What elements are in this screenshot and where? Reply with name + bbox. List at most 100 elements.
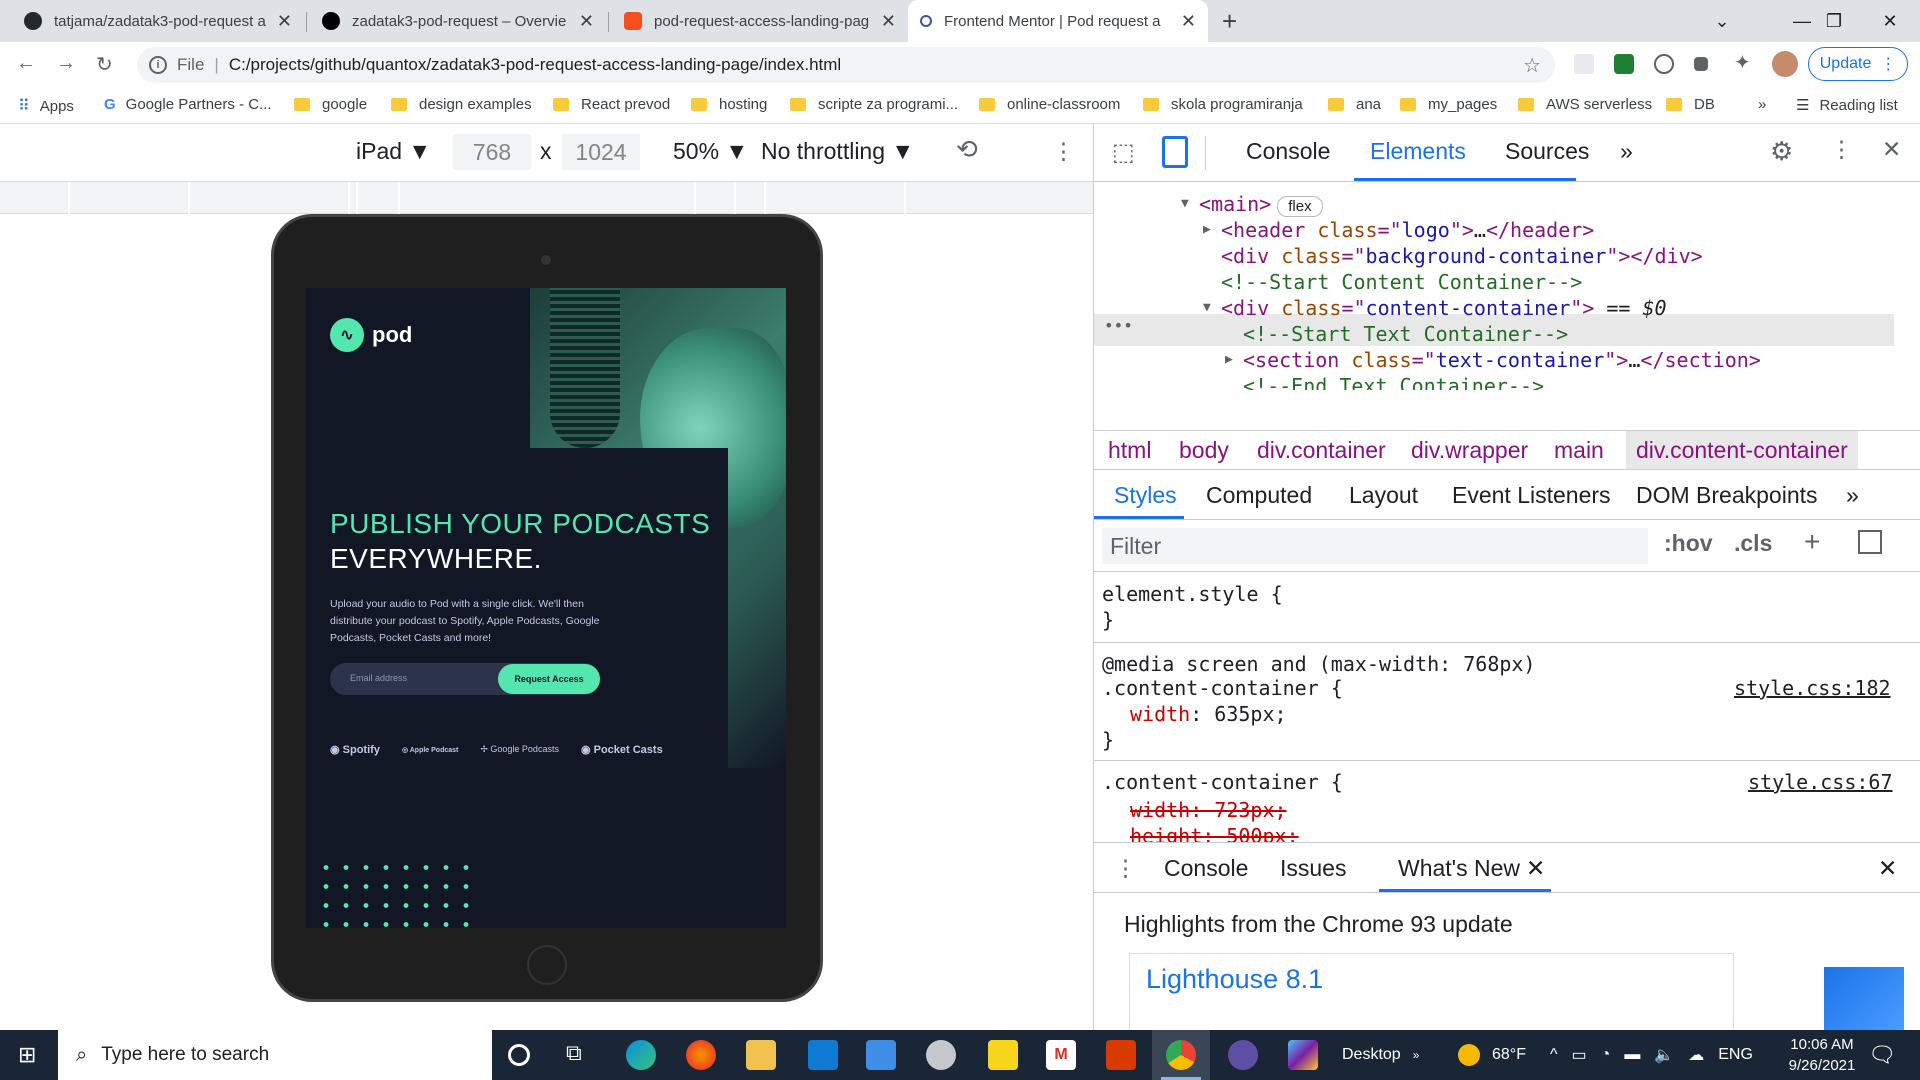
notifications-icon[interactable]: 🗨 xyxy=(1868,1042,1896,1068)
expand-arrow-icon[interactable]: ▶ xyxy=(1203,222,1211,237)
tab-elements[interactable]: Elements xyxy=(1370,138,1466,165)
browser-tab[interactable]: zadatak3-pod-request – Overvie ✕ xyxy=(310,0,606,42)
close-drawer-icon[interactable]: ✕ xyxy=(1878,855,1897,882)
bookmark-apps[interactable]: ⠿ Apps xyxy=(18,96,74,116)
collapse-arrow-icon[interactable]: ▼ xyxy=(1181,196,1189,211)
network-icon[interactable]: ◔ xyxy=(1601,1046,1611,1064)
css-declaration[interactable]: width: 635px; xyxy=(1130,702,1287,726)
bookmark-folder[interactable]: DB xyxy=(1666,96,1715,113)
drawer-tab-issues[interactable]: Issues xyxy=(1280,855,1346,882)
drawer-menu-icon[interactable]: ⋮ xyxy=(1114,855,1137,882)
firefox-icon[interactable] xyxy=(686,1040,716,1070)
dom-node-line[interactable]: <div class="background-container"></div> xyxy=(1221,244,1703,268)
browser-tab[interactable]: pod-request-access-landing-pag ✕ xyxy=(612,0,908,42)
overridden-declaration[interactable]: width: 723px; xyxy=(1130,798,1287,822)
eyedropper-extension-icon[interactable] xyxy=(1694,57,1708,71)
device-toggle-icon[interactable] xyxy=(1162,136,1188,168)
width-input[interactable]: 768 xyxy=(453,134,531,170)
rule-source-link[interactable]: style.css:182 xyxy=(1734,676,1891,700)
info-icon[interactable]: i xyxy=(149,56,167,74)
dom-tree[interactable]: … ▼<main>flex▶<header class="logo">…</he… xyxy=(1094,182,1920,390)
toggle-sidebar-icon[interactable] xyxy=(1858,530,1882,554)
tab-search-icon[interactable]: ⌄ xyxy=(1692,0,1752,42)
snipping-tool-icon[interactable] xyxy=(926,1040,956,1070)
extension-icon[interactable] xyxy=(1654,54,1674,74)
browser-tab[interactable]: tatjama/zadatak3-pod-request a ✕ xyxy=(12,0,304,42)
bookmark-folder[interactable]: google xyxy=(294,96,367,113)
desktop-toolbar[interactable]: Desktop» xyxy=(1342,1030,1419,1080)
update-button[interactable]: Update ⋮ xyxy=(1808,47,1908,81)
bookmark-folder[interactable]: my_pages xyxy=(1400,96,1497,113)
office-icon[interactable] xyxy=(1106,1040,1136,1070)
property-name[interactable]: width xyxy=(1130,702,1190,726)
device-icon[interactable]: ▭ xyxy=(1572,1045,1587,1065)
sticky-notes-icon[interactable] xyxy=(988,1040,1018,1070)
tab-layout[interactable]: Layout xyxy=(1349,482,1418,509)
dom-node-line[interactable]: ▼ <main> flex xyxy=(1181,192,1323,217)
restore-button[interactable]: ❐ xyxy=(1804,0,1864,42)
breadcrumb-item[interactable]: div.wrapper xyxy=(1411,437,1528,464)
reload-icon[interactable]: ↻ xyxy=(96,52,113,77)
bookmark-folder[interactable]: design examples xyxy=(391,96,532,113)
chevron-up-icon[interactable]: ^ xyxy=(1550,1046,1558,1064)
app-icon[interactable] xyxy=(1288,1040,1318,1070)
breadcrumb-item[interactable]: body xyxy=(1179,437,1229,464)
chrome-icon[interactable] xyxy=(1166,1040,1196,1070)
rotate-icon[interactable]: ⟲ xyxy=(956,134,978,165)
tab-styles[interactable]: Styles xyxy=(1114,482,1177,509)
new-tab-button[interactable]: + xyxy=(1222,6,1237,37)
bookmark-folder[interactable]: hosting xyxy=(691,96,767,113)
windows-start-icon[interactable]: ⊞ xyxy=(18,1042,36,1068)
mail-icon[interactable] xyxy=(866,1040,896,1070)
cortana-icon[interactable] xyxy=(508,1044,530,1066)
dom-node-line[interactable]: ▶ <section class="text-container">…</sect… xyxy=(1225,348,1761,372)
gmail-icon[interactable]: M xyxy=(1046,1040,1076,1070)
volume-icon[interactable]: 🔈 xyxy=(1654,1045,1674,1065)
tab-event-listeners[interactable]: Event Listeners xyxy=(1452,482,1611,509)
back-icon[interactable]: ← xyxy=(16,52,36,75)
weather-widget[interactable]: 68°F xyxy=(1458,1030,1526,1080)
bookmark-folder[interactable]: ana xyxy=(1328,96,1381,113)
excel-extension-icon[interactable] xyxy=(1614,54,1634,74)
address-bar[interactable]: i File | C:/projects/github/quantox/zada… xyxy=(137,47,1555,83)
edge-icon[interactable] xyxy=(626,1040,656,1070)
dom-node-line[interactable]: <!--Start Content Container--> xyxy=(1221,270,1582,294)
tab-sources[interactable]: Sources xyxy=(1505,138,1589,165)
more-options-icon[interactable]: ⋮ xyxy=(1830,136,1853,163)
zoom-select[interactable]: 50% ▼ xyxy=(673,138,748,165)
close-tab-icon[interactable]: ✕ xyxy=(277,11,292,32)
dom-node-line[interactable]: <!--End Text Container--> xyxy=(1243,374,1544,390)
overridden-declaration[interactable]: height: 500px; xyxy=(1130,824,1299,842)
close-tab-icon[interactable]: ✕ xyxy=(1181,11,1196,32)
throttling-select[interactable]: No throttling ▼ xyxy=(761,138,914,165)
styles-filter-input[interactable]: Filter xyxy=(1102,528,1648,564)
cloud-icon[interactable]: ☁ xyxy=(1688,1045,1704,1065)
add-rule-icon[interactable]: + xyxy=(1804,526,1820,558)
rule-source-link[interactable]: style.css:67 xyxy=(1748,770,1893,794)
close-tab-icon[interactable]: ✕ xyxy=(1526,855,1545,882)
close-tab-icon[interactable]: ✕ xyxy=(881,11,896,32)
lighthouse-link[interactable]: Lighthouse 8.1 xyxy=(1146,964,1323,995)
bookmark-google-partners[interactable]: G Google Partners - C... xyxy=(104,96,272,113)
tab-console[interactable]: Console xyxy=(1246,138,1330,165)
avatar[interactable] xyxy=(1772,51,1798,77)
bookmark-star-icon[interactable]: ☆ xyxy=(1523,53,1541,78)
more-options-icon[interactable]: ⋮ xyxy=(1052,138,1075,165)
device-select[interactable]: iPad ▼ xyxy=(356,138,431,165)
request-access-button[interactable]: Request Access xyxy=(498,664,600,694)
browser-tab-active[interactable]: Frontend Mentor | Pod request a ✕ xyxy=(908,0,1208,42)
tab-dom-breakpoints[interactable]: DOM Breakpoints xyxy=(1636,482,1818,509)
hov-toggle[interactable]: :hov xyxy=(1664,530,1713,557)
file-explorer-icon[interactable] xyxy=(746,1040,776,1070)
breadcrumb-item[interactable]: html xyxy=(1108,437,1151,464)
dom-node-line[interactable]: ▼ <div class="content-container"> == $0 xyxy=(1203,296,1667,320)
close-devtools-icon[interactable]: ✕ xyxy=(1882,136,1901,163)
reading-list-button[interactable]: ☰ Reading list xyxy=(1796,96,1898,115)
dom-node-line[interactable]: <!--Start Text Container--> xyxy=(1243,322,1568,346)
bookmark-folder[interactable]: AWS serverless xyxy=(1518,96,1652,113)
drawer-tab-whats-new[interactable]: What's New xyxy=(1398,855,1520,882)
more-tabs-icon[interactable]: » xyxy=(1620,138,1633,165)
gear-icon[interactable]: ⚙ xyxy=(1770,136,1793,167)
breadcrumb-item-selected[interactable]: div.content-container xyxy=(1626,431,1858,469)
bookmark-folder[interactable]: skola programiranja xyxy=(1143,96,1303,113)
